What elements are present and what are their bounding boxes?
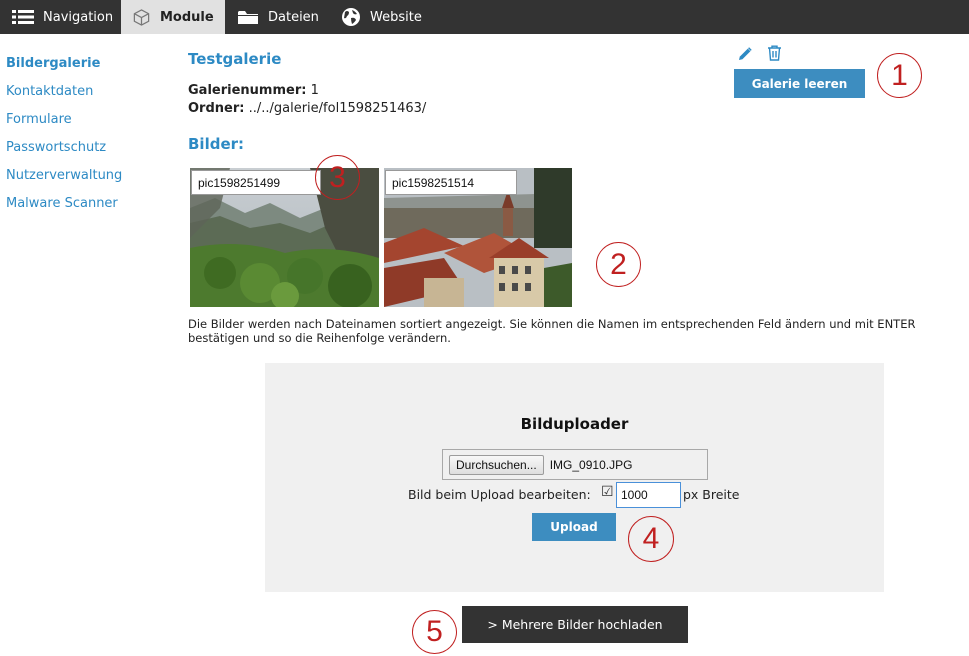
gallery-image-2[interactable] (384, 168, 572, 307)
sidebar-item-bildergalerie[interactable]: Bildergalerie (6, 56, 100, 71)
cube-icon (132, 8, 151, 27)
image-name-input-2[interactable] (385, 170, 517, 195)
trash-icon[interactable] (767, 45, 782, 65)
uploader-title: Bilduploader (520, 415, 629, 433)
callout-3: 3 (315, 155, 360, 200)
tab-dateien[interactable]: Dateien (225, 0, 329, 34)
edit-on-upload-checkbox[interactable]: ☑ (601, 484, 614, 500)
sidebar-item-nutzerverwaltung[interactable]: Nutzerverwaltung (6, 168, 122, 183)
gallery-number-label: Galerienummer: (188, 83, 307, 98)
tab-dateien-label: Dateien (268, 9, 319, 25)
width-unit-label: px Breite (683, 487, 740, 502)
tab-website[interactable]: Website (329, 0, 433, 34)
callout-2: 2 (596, 242, 641, 287)
pencil-icon[interactable] (738, 46, 752, 65)
clear-gallery-button[interactable]: Galerie leeren (734, 69, 865, 98)
globe-icon (341, 7, 361, 27)
file-input[interactable]: Durchsuchen... IMG_0910.JPG (442, 449, 708, 480)
browse-button[interactable]: Durchsuchen... (449, 454, 544, 475)
gallery-folder-row: Ordner: ../../galerie/fol1598251463/ (188, 101, 426, 116)
tab-module[interactable]: Module (121, 0, 225, 34)
gallery-title: Testgalerie (188, 50, 282, 68)
gallery-number-value: 1 (310, 83, 319, 98)
tab-navigation-label: Navigation (43, 9, 114, 25)
selected-file-name: IMG_0910.JPG (549, 457, 633, 472)
tab-module-label: Module (160, 9, 214, 25)
tab-navigation[interactable]: Navigation (0, 0, 121, 34)
sidebar-item-kontaktdaten[interactable]: Kontaktdaten (6, 84, 93, 99)
callout-1: 1 (877, 53, 922, 98)
callout-4: 4 (628, 516, 674, 562)
multi-upload-button[interactable]: > Mehrere Bilder hochladen (462, 606, 688, 643)
folder-icon (237, 9, 259, 26)
sidebar-item-passwortschutz[interactable]: Passwortschutz (6, 140, 106, 155)
gallery-folder-label: Ordner: (188, 101, 245, 116)
image-name-input-1[interactable] (191, 170, 321, 195)
upload-button[interactable]: Upload (532, 513, 616, 541)
sort-note: Die Bilder werden nach Dateinamen sortie… (188, 317, 916, 345)
callout-5: 5 (412, 610, 457, 654)
sidebar-item-formulare[interactable]: Formulare (6, 112, 72, 127)
images-heading: Bilder: (188, 135, 245, 153)
list-icon (12, 9, 34, 25)
gallery-number-row: Galerienummer: 1 (188, 83, 319, 98)
sidebar-item-malware-scanner[interactable]: Malware Scanner (6, 196, 118, 211)
top-navigation-bar: Navigation Module Dateien Website (0, 0, 969, 34)
width-input[interactable] (616, 482, 681, 508)
edit-on-upload-label: Bild beim Upload bearbeiten: (408, 487, 591, 502)
tab-website-label: Website (370, 9, 422, 25)
gallery-folder-value: ../../galerie/fol1598251463/ (248, 101, 427, 116)
